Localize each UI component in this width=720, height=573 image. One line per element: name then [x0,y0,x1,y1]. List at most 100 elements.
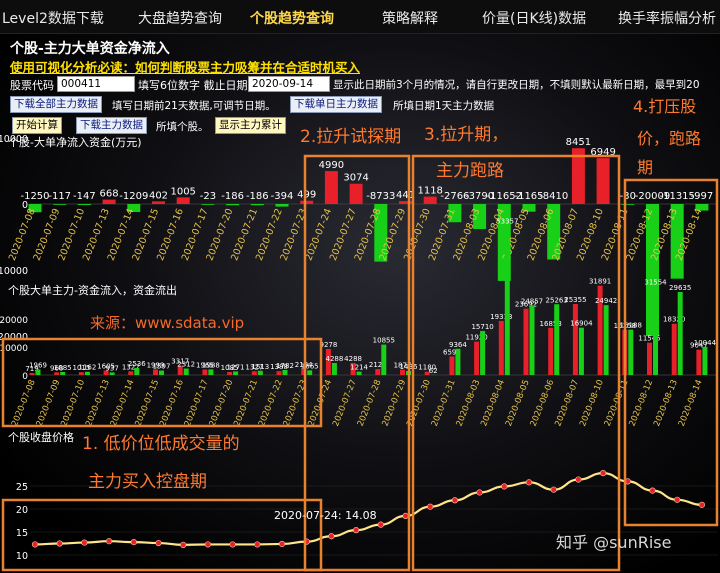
chart1-ytick-label: 10000 [0,134,28,145]
chart2-bar [480,331,486,375]
chart3-point [377,521,384,528]
chart2-x-label: 2020-07-27 [331,378,359,428]
chart3-point [328,533,335,540]
chart3-title: 个股收盘价格 [8,430,74,444]
chart3-point [254,541,261,548]
chart2-x-label: 2020-07-21 [232,378,260,428]
watermark: 知乎 @sunRise [556,533,671,552]
source-annotation: 来源：www.sdata.vip [90,314,244,332]
chart2-bar [54,372,60,375]
chart1-data-label: -186 [221,191,244,202]
chart2-x-label: 2020-08-07 [553,378,581,428]
chart2-data-label: 15710 [471,323,493,331]
chart1-ytick-label: -10000 [0,266,28,277]
chart2-bar [251,371,257,375]
chart1-data-label: 402 [149,190,168,201]
chart2-data-label: 1271 [227,363,245,371]
chart2-x-label: 2020-08-06 [529,378,557,428]
chart2-data-label: 1597 [153,363,171,371]
chart2-bar [529,305,535,375]
chart2-x-label: 2020-08-13 [652,378,680,428]
chart2-data-label: 31554 [644,279,667,287]
chart1-bar [349,183,363,204]
phase4-label-line2: 价，跑路 [637,129,701,148]
chart2-bar [257,370,263,375]
chart3-ytick-label: 10 [16,551,28,562]
chart2-bar [35,369,41,375]
chart2-x-label: 2020-07-28 [356,378,384,428]
chart2-x-label: 2020-07-14 [109,378,137,428]
chart2-data-label: 1085 [54,364,72,372]
chart3-point [451,497,459,504]
chart3-ytick-label: 25 [16,482,28,493]
chart3-point [81,539,88,546]
chart2-bar [128,371,134,375]
chart2-bar [677,292,683,375]
chart1-data-label: 668 [100,189,119,200]
chart2-x-label: 2020-07-13 [84,378,112,428]
chart-canvas: 个股-大单净流入资金(万元)-20000-10000010000-1250-11… [0,97,719,572]
chart2-bar [696,349,702,375]
chart3-ytick-label: 20 [16,505,28,516]
chart2-bar [381,344,387,375]
chart1-data-label: 499 [297,190,316,201]
chart3-point [204,541,211,548]
chart1-bar [102,199,116,204]
chart2-bar [603,305,609,375]
phase4-label-line1: 4.打压股 [633,97,696,116]
phase3-label-line1: 3.拉升期， [424,125,508,145]
chart3-point [575,476,582,483]
phase3-label-line2: 主力跑路 [436,161,504,181]
chart1-data-label: 8451 [566,137,591,148]
chart1-bar [275,204,289,207]
chart2-bar [134,367,140,375]
chart2-x-label: 2020-08-05 [504,378,532,428]
chart2-bar [702,346,708,375]
chart1-bar [250,204,264,206]
chart2-x-label: 2020-08-11 [603,378,631,428]
chart2-ytick-label: 20000 [0,316,28,326]
chart3-point [56,540,63,547]
chart2-bar [474,341,480,375]
chart1-bar [324,171,338,204]
chart1-bar [226,204,240,206]
chart1-bar [596,158,610,204]
chart2-bar [498,320,504,375]
chart1-bar [423,196,437,204]
chart2-data-label: 1665 [301,362,319,370]
chart2-data-label: 937 [105,364,118,372]
price-tooltip: 2020-07-24: 14.08 [274,509,377,522]
chart2-x-label: 2020-07-08 [10,378,38,428]
chart2-bar [455,348,461,375]
chart2-title: 个股大单主力-资金流入，资金流出 [8,283,177,297]
chart2-bar [653,286,658,375]
chart2-bar [208,369,214,375]
chart2-data-label: 24942 [595,297,617,305]
chart2-data-label: 16188 [620,322,642,330]
chart2-data-label: 2536 [128,360,146,368]
chart1-data-label: 3074 [343,173,368,184]
chart2-x-label: 2020-08-04 [479,378,507,428]
phase2-label: 2.拉升试探期 [300,127,401,147]
chart1-bar [621,204,635,205]
chart2-bar [375,369,381,375]
chart2-bar [29,372,35,375]
chart3-point [229,541,236,548]
chart2-data-label: 53357 [496,218,518,226]
chart2-x-label: 2020-08-12 [628,378,656,428]
chart1-data-label: -8733 [366,191,395,202]
chart1-bar [176,197,190,204]
chart3-ytick-label: 15 [16,528,28,539]
chart1-title: 个股-大单净流入资金(万元) [8,135,142,149]
phase1-label-line2: 主力买入控盘期 [88,472,207,492]
chart3-point [698,501,706,508]
chart2-bar [282,370,288,375]
chart2-bar [202,369,208,375]
chart3-point [649,487,656,494]
chart2-data-label: 1969 [29,361,47,369]
chart2-bar [60,371,66,375]
chart2-x-label: 2020-08-10 [578,378,606,428]
chart2-x-label: 2020-07-09 [35,378,63,428]
chart3-point [476,489,483,496]
chart2-data-label: 1988 [202,361,220,369]
